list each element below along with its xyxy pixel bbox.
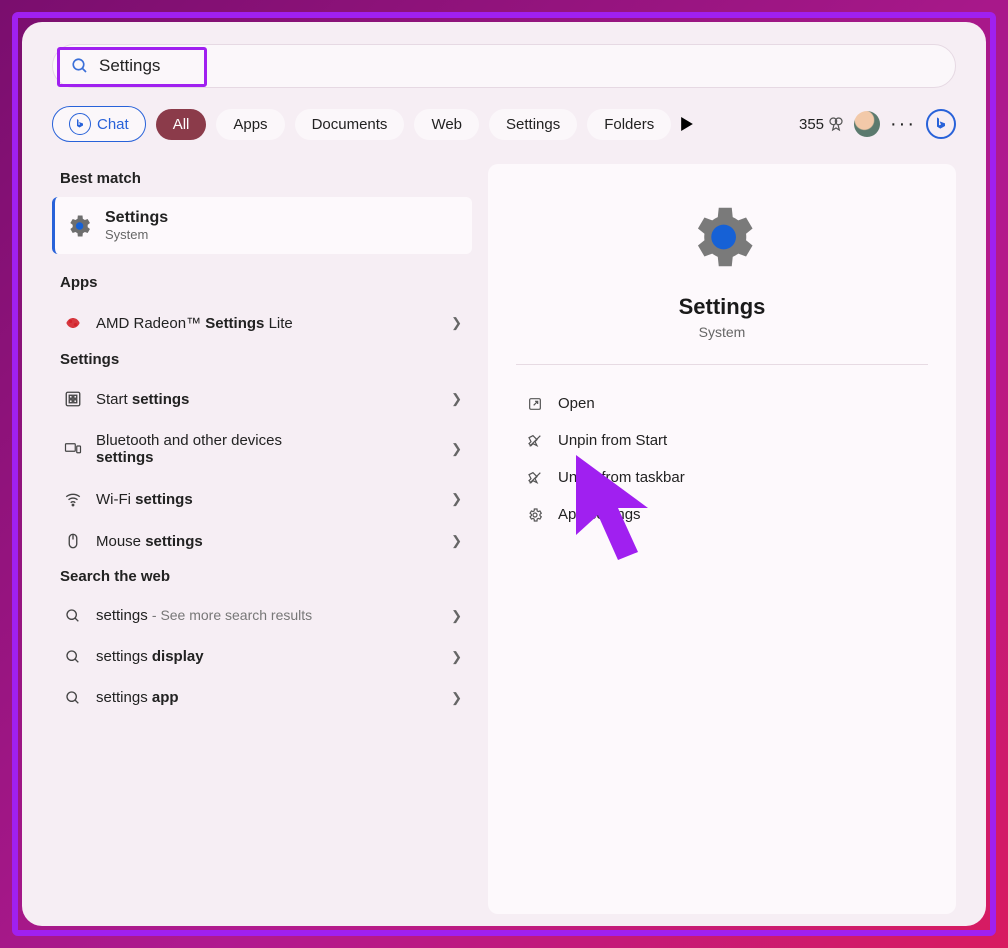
chevron-right-icon: ❯ — [451, 441, 462, 457]
action-label: Open — [558, 395, 595, 412]
tab-all[interactable]: All — [156, 109, 207, 140]
filter-tabs: Chat All Apps Documents Web Settings Fol… — [52, 106, 956, 142]
unpin-icon — [526, 433, 544, 449]
chevron-right-icon: ❯ — [451, 608, 462, 624]
amd-icon — [62, 313, 84, 333]
start-icon — [62, 390, 84, 408]
action-label: Unpin from taskbar — [558, 469, 685, 486]
devices-icon — [62, 440, 84, 458]
best-match-title: Settings — [105, 209, 168, 227]
search-input[interactable] — [99, 56, 943, 76]
action-unpin-start[interactable]: Unpin from Start — [520, 422, 924, 459]
chevron-right-icon: ❯ — [451, 491, 462, 507]
tab-folders[interactable]: Folders — [587, 109, 671, 140]
user-avatar[interactable] — [854, 111, 880, 137]
setting-label: Wi-Fi settings — [96, 491, 439, 508]
rewards-icon — [828, 116, 844, 132]
tab-label: All — [173, 116, 190, 133]
search-bar[interactable] — [52, 44, 956, 88]
mouse-icon — [62, 532, 84, 550]
tab-documents[interactable]: Documents — [295, 109, 405, 140]
setting-wifi[interactable]: Wi-Fi settings ❯ — [52, 478, 472, 520]
tab-chat[interactable]: Chat — [52, 106, 146, 142]
setting-bluetooth[interactable]: Bluetooth and other devices settings ❯ — [52, 420, 472, 478]
bing-chat-icon[interactable] — [926, 109, 956, 139]
start-search-window: Chat All Apps Documents Web Settings Fol… — [22, 22, 986, 926]
setting-mouse[interactable]: Mouse settings ❯ — [52, 520, 472, 562]
search-icon — [62, 649, 84, 665]
action-label: Unpin from Start — [558, 432, 667, 449]
section-best-match: Best match — [60, 170, 472, 187]
preview-title: Settings — [679, 294, 766, 320]
chevron-right-icon: ❯ — [451, 649, 462, 665]
action-label: App settings — [558, 506, 641, 523]
wifi-icon — [62, 490, 84, 508]
preview-pane: Settings System Open Unpin from Start Un… — [488, 164, 956, 914]
tab-label: Documents — [312, 116, 388, 133]
chevron-right-icon: ❯ — [451, 315, 462, 331]
tab-apps[interactable]: Apps — [216, 109, 284, 140]
app-result-amd[interactable]: AMD Radeon™ Settings Lite ❯ — [52, 301, 472, 345]
setting-label: Mouse settings — [96, 533, 439, 550]
gear-icon — [526, 507, 544, 523]
setting-label: Bluetooth and other devices settings — [96, 432, 439, 466]
gear-icon — [65, 212, 93, 240]
setting-label: Start settings — [96, 391, 439, 408]
search-icon — [62, 608, 84, 624]
bing-icon — [69, 113, 91, 135]
web-result-2[interactable]: settings display ❯ — [52, 636, 472, 677]
best-match-sub: System — [105, 227, 168, 242]
action-open[interactable]: Open — [520, 385, 924, 422]
web-result-label: settings display — [96, 648, 439, 665]
rewards-value: 355 — [799, 116, 824, 133]
tab-label: Web — [431, 116, 462, 133]
rewards-count[interactable]: 355 — [799, 116, 844, 133]
open-icon — [526, 396, 544, 412]
setting-start[interactable]: Start settings ❯ — [52, 378, 472, 420]
tab-settings[interactable]: Settings — [489, 109, 577, 140]
tab-label: Chat — [97, 116, 129, 133]
web-result-label: settings app — [96, 689, 439, 706]
chevron-right-icon: ❯ — [451, 533, 462, 549]
search-icon — [62, 690, 84, 706]
gear-icon — [683, 198, 761, 276]
tab-label: Apps — [233, 116, 267, 133]
chevron-right-icon: ❯ — [451, 690, 462, 706]
action-app-settings[interactable]: App settings — [520, 496, 924, 533]
unpin-icon — [526, 470, 544, 486]
action-unpin-taskbar[interactable]: Unpin from taskbar — [520, 459, 924, 496]
web-result-3[interactable]: settings app ❯ — [52, 677, 472, 718]
section-apps: Apps — [60, 274, 472, 291]
chevron-right-icon: ❯ — [451, 391, 462, 407]
more-menu-icon[interactable]: ··· — [890, 113, 916, 136]
annotation-border: Chat All Apps Documents Web Settings Fol… — [12, 12, 996, 936]
tab-label: Folders — [604, 116, 654, 133]
section-web: Search the web — [60, 568, 472, 585]
tab-web[interactable]: Web — [414, 109, 479, 140]
tab-label: Settings — [506, 116, 560, 133]
search-icon — [71, 57, 89, 75]
preview-subtitle: System — [699, 324, 746, 340]
section-settings: Settings — [60, 351, 472, 368]
web-result-1[interactable]: settings - See more search results ❯ — [52, 595, 472, 636]
best-match-result[interactable]: Settings System — [52, 197, 472, 254]
web-result-label: settings - See more search results — [96, 607, 439, 624]
app-result-label: AMD Radeon™ Settings Lite — [96, 315, 439, 332]
more-tabs-icon[interactable] — [681, 117, 693, 131]
